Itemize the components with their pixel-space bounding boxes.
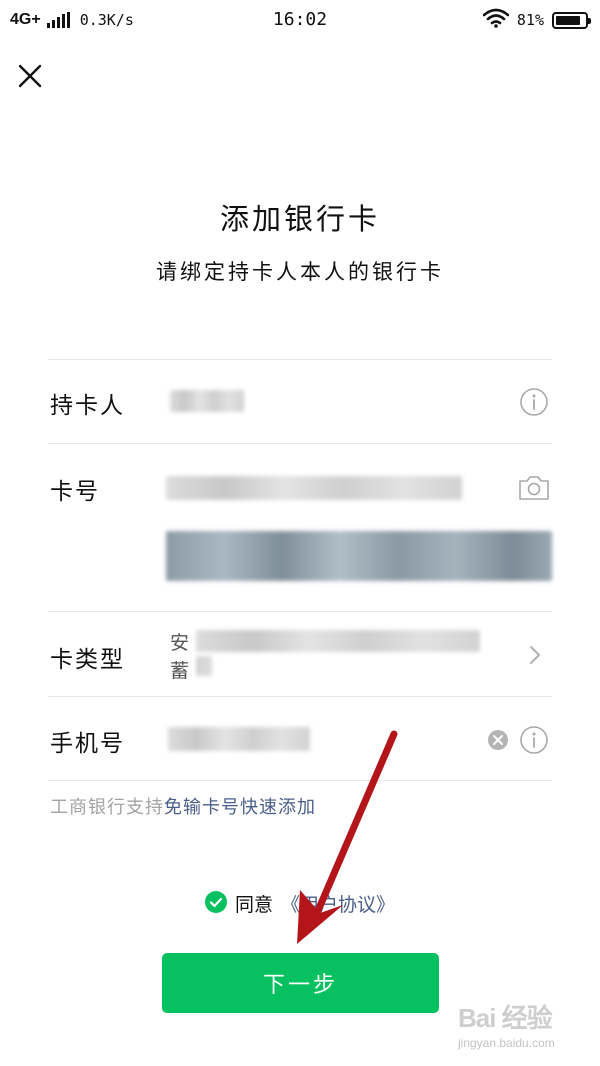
user-agreement-link[interactable]: 《用户协议》 xyxy=(281,890,395,917)
status-right: 81% xyxy=(482,8,591,32)
quick-add-tip: 工商银行支持免输卡号快速添加 xyxy=(50,793,316,819)
agreement-row: 同意 《用户协议》 xyxy=(0,890,600,917)
phone-label: 手机号 xyxy=(50,731,125,757)
card-type-value-blurred-line2 xyxy=(196,656,212,676)
clear-phone-button[interactable] xyxy=(486,728,510,752)
clear-icon xyxy=(488,730,508,750)
page-title: 添加银行卡 xyxy=(219,202,380,236)
divider xyxy=(48,611,552,612)
card-type-prefix-line2: 蓄 xyxy=(170,660,190,682)
info-icon xyxy=(520,726,548,754)
watermark-logo: Bai 经验 xyxy=(458,1003,553,1033)
divider xyxy=(48,443,552,444)
agree-text: 同意 xyxy=(234,894,273,916)
tip-text: 工商银行支持 xyxy=(50,797,164,818)
cardholder-name-blurred xyxy=(170,390,244,412)
cardholder-label: 持卡人 xyxy=(50,393,125,419)
card-type-prefix: 安 xyxy=(170,632,190,654)
divider xyxy=(48,780,552,781)
wifi-icon xyxy=(482,8,510,32)
baidu-watermark: Bai 经验 jingyan.baidu.com xyxy=(458,998,598,1062)
divider xyxy=(48,696,552,697)
status-bar: 4G+ 0.3K/s 16:02 81% xyxy=(0,0,600,40)
quick-add-link[interactable]: 免输卡号快速添加 xyxy=(164,797,316,818)
next-button[interactable]: 下一步 xyxy=(162,953,439,1013)
card-type-select-button[interactable] xyxy=(522,640,548,670)
card-type-label: 卡类型 xyxy=(50,647,125,673)
card-image-preview-blurred xyxy=(166,531,552,581)
card-type-value-blurred xyxy=(196,630,480,652)
chevron-right-icon xyxy=(530,646,540,664)
battery-icon xyxy=(552,11,591,29)
agree-checkbox[interactable] xyxy=(204,890,227,917)
watermark-url: jingyan.baidu.com xyxy=(458,1036,555,1050)
battery-percent: 81% xyxy=(516,11,544,29)
phone-info-button[interactable] xyxy=(518,724,550,756)
divider xyxy=(48,359,552,360)
close-icon xyxy=(18,64,42,88)
page-subtitle: 请绑定持卡人本人的银行卡 xyxy=(156,260,444,284)
scan-card-button[interactable] xyxy=(516,472,552,504)
card-number-label: 卡号 xyxy=(50,479,100,505)
card-number-input-blurred[interactable] xyxy=(166,476,462,500)
camera-icon xyxy=(519,476,549,500)
close-button[interactable] xyxy=(14,60,46,92)
check-circle-icon xyxy=(204,890,227,913)
cardholder-info-button[interactable] xyxy=(518,386,550,418)
phone-input-blurred[interactable] xyxy=(168,727,310,751)
info-icon xyxy=(520,388,548,416)
